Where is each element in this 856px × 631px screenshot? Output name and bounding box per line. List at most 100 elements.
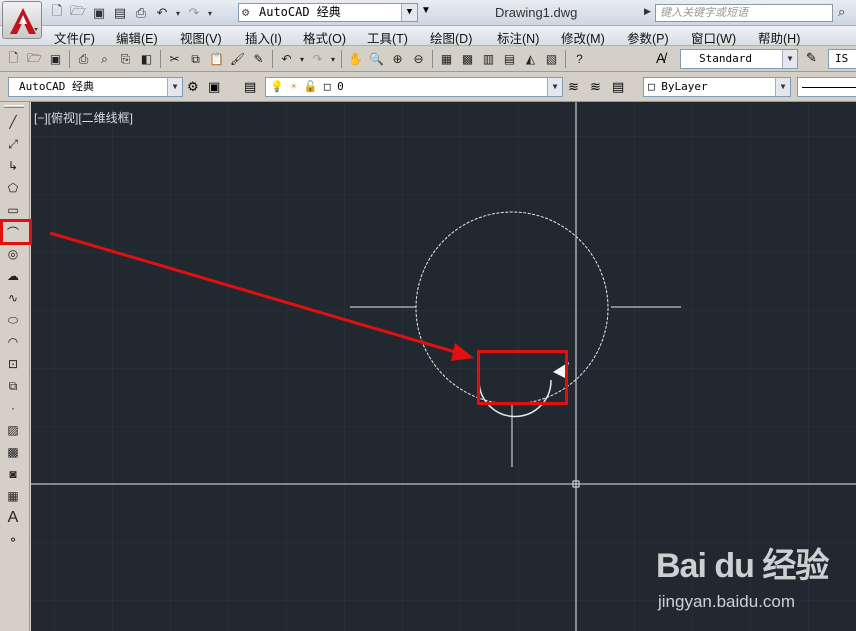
markup-icon[interactable]: ◭ (521, 50, 540, 68)
hatch-icon[interactable]: ▨ (3, 420, 23, 440)
workspace-value: AutoCAD 经典 (19, 80, 94, 93)
tool-palettes-icon[interactable]: ▥ (479, 50, 498, 68)
rectangle-icon[interactable]: ▭ (3, 200, 23, 220)
multiline-text-icon[interactable]: A (3, 508, 23, 528)
search-input[interactable]: 键入关键字或短语 (655, 4, 833, 22)
construction-line-icon[interactable]: ⤢ (3, 134, 23, 154)
redo-dropdown-icon[interactable]: ▾ (329, 50, 337, 68)
undo-icon[interactable]: ↶ (277, 50, 296, 68)
watermark-url: jingyan.baidu.com (658, 592, 796, 611)
redo-icon[interactable]: ↷ (308, 50, 327, 68)
polygon-icon[interactable]: ⬠ (3, 178, 23, 198)
customize-dropdown-icon[interactable]: ▼ (421, 5, 431, 16)
pan-icon[interactable]: ✋ (346, 50, 365, 68)
undo-dropdown-icon[interactable]: ▾ (174, 4, 182, 22)
save-icon[interactable]: ▣ (46, 50, 65, 68)
zoom-realtime-icon[interactable]: 🔍 (367, 50, 386, 68)
table-icon[interactable]: ▦ (3, 486, 23, 506)
zoom-previous-icon[interactable]: ⊖ (409, 50, 428, 68)
menu-modify[interactable]: 修改(M) (561, 28, 605, 47)
menu-format[interactable]: 格式(O) (303, 28, 346, 47)
menu-draw[interactable]: 绘图(D) (430, 28, 472, 47)
new-icon[interactable]: 🗋 (4, 50, 23, 68)
text-style-select[interactable]: Standard ▼ (680, 49, 798, 69)
dim-style-icon[interactable]: ✎ (806, 50, 817, 66)
text-style-icon[interactable]: A̸ (656, 50, 665, 66)
undo-icon[interactable]: ↶ (153, 4, 171, 22)
save-icon[interactable]: ▣ (90, 4, 108, 22)
add-selected-icon[interactable]: ⚬ (3, 530, 23, 550)
help-icon[interactable]: ? (570, 50, 589, 68)
menu-parametric[interactable]: 参数(P) (627, 28, 669, 47)
plot-icon[interactable]: ⎙ (74, 50, 93, 68)
color-select[interactable]: □ ByLayer ▼ (643, 77, 791, 97)
workspace-switcher[interactable]: ⚙ AutoCAD 经典 ▼ (238, 3, 418, 22)
workspace-select[interactable]: AutoCAD 经典 ▼ (8, 77, 183, 97)
menu-dimension[interactable]: 标注(N) (497, 28, 539, 47)
print-icon[interactable]: ⎙ (132, 4, 150, 22)
polyline-icon[interactable]: ↳ (3, 156, 23, 176)
undo-dropdown-icon[interactable]: ▾ (298, 50, 306, 68)
sheet-set-icon[interactable]: ▤ (500, 50, 519, 68)
paste-icon[interactable]: 📋 (207, 50, 226, 68)
menu-edit[interactable]: 编辑(E) (116, 28, 158, 47)
color-swatch-icon: □ (648, 80, 655, 93)
block-editor-icon[interactable]: ✎ (249, 50, 268, 68)
region-icon[interactable]: ◙ (3, 464, 23, 484)
ellipse-icon[interactable]: ⬭ (3, 310, 23, 330)
match-properties-icon[interactable]: 🖌 (228, 50, 247, 68)
design-center-icon[interactable]: ▩ (458, 50, 477, 68)
make-block-icon[interactable]: ⧉ (3, 376, 23, 396)
chevron-down-icon[interactable]: ▼ (775, 78, 790, 96)
color-value: ByLayer (661, 80, 708, 93)
title-bar: 🗋 🗁 ▣ ▤ ⎙ ↶ ▾ ↷ ▾ ⚙ AutoCAD 经典 ▼ ▼ Drawi… (0, 0, 856, 26)
gear-icon[interactable]: ⚙ (187, 79, 199, 95)
line-icon[interactable]: ╱ (3, 112, 23, 132)
menu-view[interactable]: 视图(V) (180, 28, 222, 47)
redo-icon[interactable]: ↷ (185, 4, 203, 22)
calculator-icon[interactable]: ▧ (542, 50, 561, 68)
menu-file[interactable]: 文件(F) (54, 28, 95, 47)
make-current-layer-icon[interactable]: ≋ (568, 79, 579, 95)
publish-icon[interactable]: ⎘ (116, 50, 135, 68)
chevron-down-icon[interactable]: ▼ (167, 78, 182, 96)
open-folder-icon[interactable]: 🗁 (69, 3, 87, 22)
point-icon[interactable]: · (3, 398, 23, 418)
application-menu-button[interactable] (2, 1, 42, 39)
layer-states-icon[interactable]: ▤ (612, 79, 624, 95)
new-file-icon[interactable]: 🗋 (48, 3, 66, 22)
draw-toolbar: ╱ ⤢ ↳ ⬠ ▭ ⌒ ◎ ☁ ∿ ⬭ ◠ ⊡ ⧉ · ▨ ▩ ◙ ▦ A ⚬ (0, 102, 30, 631)
menu-insert[interactable]: 插入(I) (245, 28, 282, 47)
revision-cloud-icon[interactable]: ☁ (3, 266, 23, 286)
layer-manager-icon[interactable]: ▤ (244, 79, 256, 95)
circle-icon[interactable]: ◎ (3, 244, 23, 264)
ellipse-arc-icon[interactable]: ◠ (3, 332, 23, 352)
open-icon[interactable]: 🗁 (25, 50, 44, 68)
highlight-box-arc-tool (0, 219, 32, 245)
chevron-down-icon[interactable]: ▼ (547, 78, 562, 96)
spline-icon[interactable]: ∿ (3, 288, 23, 308)
workspace-settings-icon[interactable]: ▣ (208, 79, 220, 95)
plot-preview-icon[interactable]: ⌕ (95, 50, 114, 68)
layer-select[interactable]: 💡 ☀ 🔓 □ 0 ▼ (265, 77, 563, 97)
chevron-down-icon[interactable]: ▼ (782, 50, 797, 68)
3d-print-icon[interactable]: ◧ (137, 50, 156, 68)
save-as-icon[interactable]: ▤ (111, 4, 129, 22)
menu-help[interactable]: 帮助(H) (758, 28, 800, 47)
copy-icon[interactable]: ⧉ (186, 50, 205, 68)
dim-style-select[interactable]: IS (828, 49, 856, 69)
cut-icon[interactable]: ✂ (165, 50, 184, 68)
gradient-icon[interactable]: ▩ (3, 442, 23, 462)
insert-block-icon[interactable]: ⊡ (3, 354, 23, 374)
chevron-down-icon[interactable]: ▼ (401, 4, 417, 21)
menu-tools[interactable]: 工具(T) (367, 28, 408, 47)
expand-arrow-icon[interactable]: ▶ (644, 6, 651, 17)
layer-previous-icon[interactable]: ≋ (590, 79, 601, 95)
redo-dropdown-icon[interactable]: ▾ (206, 4, 214, 22)
linetype-select[interactable] (797, 77, 856, 97)
viewport-controls[interactable]: [−][俯视][二维线框] (34, 109, 133, 126)
binoculars-icon[interactable]: ⌕ (838, 4, 845, 20)
menu-window[interactable]: 窗口(W) (691, 28, 736, 47)
properties-icon[interactable]: ▦ (437, 50, 456, 68)
zoom-window-icon[interactable]: ⊕ (388, 50, 407, 68)
